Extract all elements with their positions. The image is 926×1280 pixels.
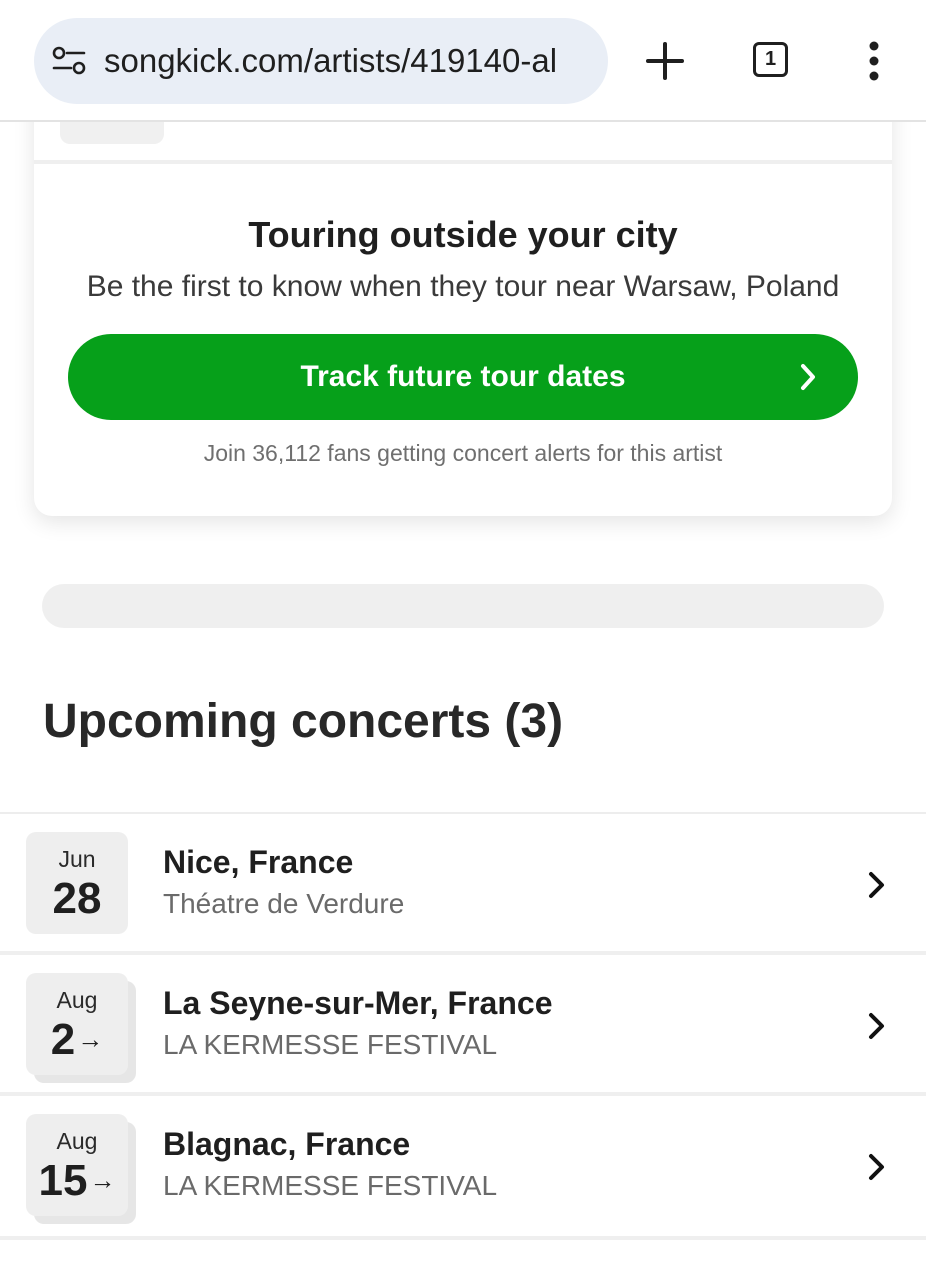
date-badge: Aug 2→ <box>26 973 128 1075</box>
divider <box>0 1236 926 1240</box>
track-button-label: Track future tour dates <box>300 360 626 393</box>
tab-switcher-button[interactable]: 1 <box>748 37 794 83</box>
divider <box>34 160 892 164</box>
address-bar[interactable]: songkick.com/artists/419140-al <box>34 18 608 104</box>
chevron-right-icon <box>869 872 884 898</box>
more-vert-icon[interactable] <box>856 40 892 84</box>
concert-venue: LA KERMESSE FESTIVAL <box>163 1029 498 1060</box>
card-subtitle: Be the first to know when they tour near… <box>86 270 840 303</box>
chevron-right-icon <box>869 1154 884 1180</box>
date-day: 28 <box>26 874 128 924</box>
page-title: Upcoming concerts (3) <box>43 695 564 748</box>
concert-row[interactable]: Jun 28 Nice, France Théatre de Verdure <box>0 814 926 955</box>
track-tour-dates-button[interactable]: Track future tour dates <box>68 334 858 420</box>
date-day-number: 15 <box>38 1156 88 1205</box>
date-month: Aug <box>56 1128 98 1154</box>
chevron-right-icon <box>801 364 815 390</box>
arrow-right-icon: → <box>89 1165 116 1195</box>
concert-venue: LA KERMESSE FESTIVAL <box>163 1170 498 1201</box>
concert-row[interactable]: Aug 15→ Blagnac, France LA KERMESSE FEST… <box>0 1096 926 1237</box>
concert-city: La Seyne-sur-Mer, France <box>163 985 553 1021</box>
fans-count-text: Join 36,112 fans getting concert alerts … <box>203 440 723 466</box>
concert-row[interactable]: Aug 2→ La Seyne-sur-Mer, France LA KERME… <box>0 955 926 1096</box>
date-day-number: 2 <box>50 1015 76 1064</box>
plus-icon[interactable] <box>640 36 690 86</box>
date-badge: Aug 15→ <box>26 1114 128 1216</box>
loading-placeholder <box>42 584 884 628</box>
date-month: Jun <box>58 846 96 872</box>
browser-toolbar: songkick.com/artists/419140-al 1 <box>0 0 926 122</box>
date-badge: Jun 28 <box>26 832 128 934</box>
tour-alert-card: Théatre de Verdure Touring outside your … <box>34 90 892 516</box>
date-day: 2→ <box>26 1015 128 1065</box>
date-day-number: 28 <box>52 874 102 923</box>
concert-venue: Théatre de Verdure <box>163 888 405 919</box>
url-text[interactable]: songkick.com/artists/419140-al <box>104 18 599 104</box>
tab-count: 1 <box>753 42 788 77</box>
card-title: Touring outside your city <box>248 214 678 255</box>
date-day: 15→ <box>26 1156 128 1206</box>
concert-city: Blagnac, France <box>163 1126 411 1162</box>
arrow-right-icon: → <box>77 1024 104 1054</box>
concert-city: Nice, France <box>163 844 354 880</box>
chevron-right-icon <box>869 1013 884 1039</box>
date-month: Aug <box>56 987 98 1013</box>
site-info-icon[interactable] <box>52 45 86 77</box>
